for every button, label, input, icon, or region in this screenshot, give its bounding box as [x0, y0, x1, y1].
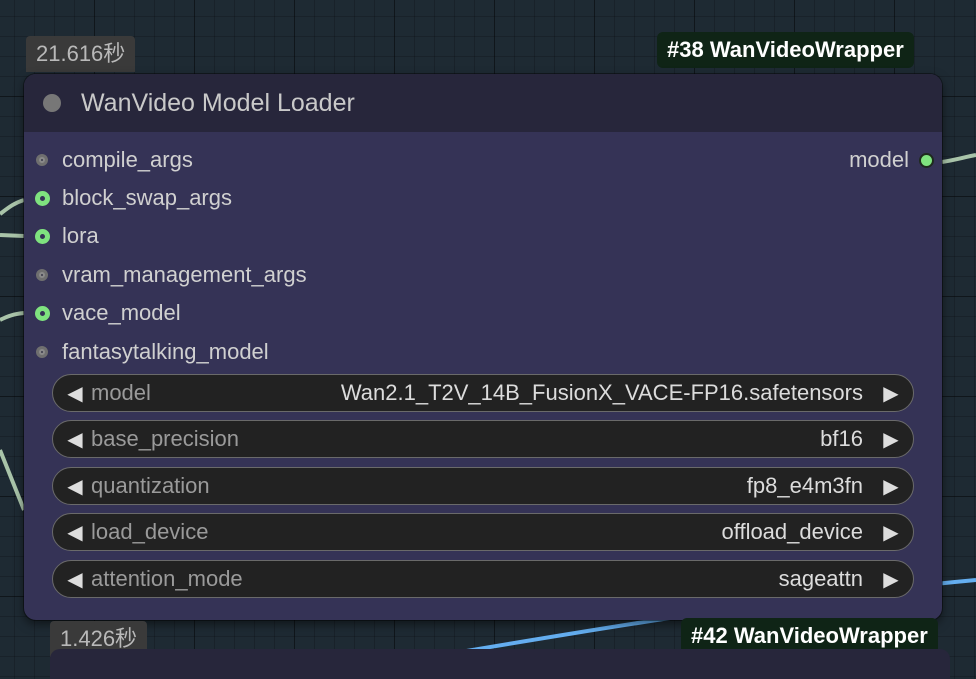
arrow-right-icon[interactable]: ▶ — [877, 427, 905, 452]
link-left-diagonal — [0, 449, 26, 511]
combo-widget-load-device[interactable]: ◀ load_device offload_device ▶ — [52, 513, 914, 551]
slot-dot-icon[interactable] — [35, 228, 50, 244]
arrow-left-icon[interactable]: ◀ — [61, 567, 89, 592]
next-node-header[interactable] — [50, 649, 950, 679]
slot-dot-icon[interactable] — [35, 190, 50, 206]
widget-label: load_device — [91, 519, 209, 544]
slot-dot-icon[interactable] — [36, 346, 48, 358]
widget-value: bf16 — [820, 426, 863, 451]
input-slot-compile-args[interactable]: compile_args — [24, 141, 193, 179]
graph-canvas[interactable]: 21.616秒 #38 WanVideoWrapper WanVideo Mod… — [0, 0, 976, 679]
widget-label: base_precision — [91, 426, 239, 451]
arrow-right-icon[interactable]: ▶ — [877, 520, 905, 545]
wanvideo-model-loader-node[interactable]: WanVideo Model Loader compile_args block… — [24, 74, 942, 620]
output-slot-model[interactable]: model — [849, 141, 934, 179]
execution-time-badge: 21.616秒 — [26, 36, 136, 72]
arrow-left-icon[interactable]: ◀ — [61, 520, 89, 545]
widget-value: Wan2.1_T2V_14B_FusionX_VACE-FP16.safeten… — [340, 380, 863, 405]
combo-widget-attention-mode[interactable]: ◀ attention_mode sageattn ▶ — [52, 560, 914, 598]
link-lora — [0, 233, 25, 238]
widget-value: offload_device — [721, 519, 864, 544]
input-slot-label: vace_model — [62, 300, 181, 325]
combo-widget-model[interactable]: ◀ model Wan2.1_T2V_14B_FusionX_VACE-FP16… — [52, 374, 914, 412]
widget-label: model — [91, 380, 151, 405]
collapse-toggle-icon[interactable] — [43, 94, 61, 112]
arrow-left-icon[interactable]: ◀ — [61, 474, 89, 499]
output-dot-icon[interactable] — [919, 152, 934, 168]
widget-label: quantization — [91, 473, 210, 498]
link-block-swap — [0, 198, 25, 216]
link-model-out — [941, 153, 976, 164]
arrow-right-icon[interactable]: ▶ — [877, 567, 905, 592]
slot-dot-icon[interactable] — [36, 269, 48, 281]
input-slot-label: compile_args — [62, 147, 193, 172]
input-slot-label: fantasytalking_model — [62, 339, 269, 364]
node-id-tag: #38 WanVideoWrapper — [657, 32, 914, 68]
node-header[interactable]: WanVideo Model Loader — [24, 74, 942, 132]
widget-label: attention_mode — [91, 566, 243, 591]
arrow-left-icon[interactable]: ◀ — [61, 381, 89, 406]
input-slot-block-swap-args[interactable]: block_swap_args — [24, 179, 232, 217]
arrow-right-icon[interactable]: ▶ — [877, 474, 905, 499]
node-title: WanVideo Model Loader — [81, 88, 355, 117]
widget-value: sageattn — [778, 566, 863, 591]
slot-dot-icon[interactable] — [35, 305, 50, 321]
input-slot-vram-management-args[interactable]: vram_management_args — [24, 256, 307, 294]
combo-widget-base-precision[interactable]: ◀ base_precision bf16 ▶ — [52, 420, 914, 458]
link-vace — [0, 311, 25, 322]
combo-widget-quantization[interactable]: ◀ quantization fp8_e4m3fn ▶ — [52, 467, 914, 505]
input-slot-vace-model[interactable]: vace_model — [24, 294, 181, 332]
output-slot-label: model — [849, 147, 909, 172]
input-slot-lora[interactable]: lora — [24, 217, 99, 255]
arrow-left-icon[interactable]: ◀ — [61, 427, 89, 452]
slot-dot-icon[interactable] — [36, 154, 48, 166]
input-slot-label: lora — [62, 223, 99, 248]
widget-value: fp8_e4m3fn — [746, 473, 863, 498]
input-slot-label: block_swap_args — [62, 185, 232, 210]
arrow-right-icon[interactable]: ▶ — [877, 381, 905, 406]
input-slot-fantasytalking-model[interactable]: fantasytalking_model — [24, 333, 269, 371]
input-slot-label: vram_management_args — [62, 262, 307, 287]
